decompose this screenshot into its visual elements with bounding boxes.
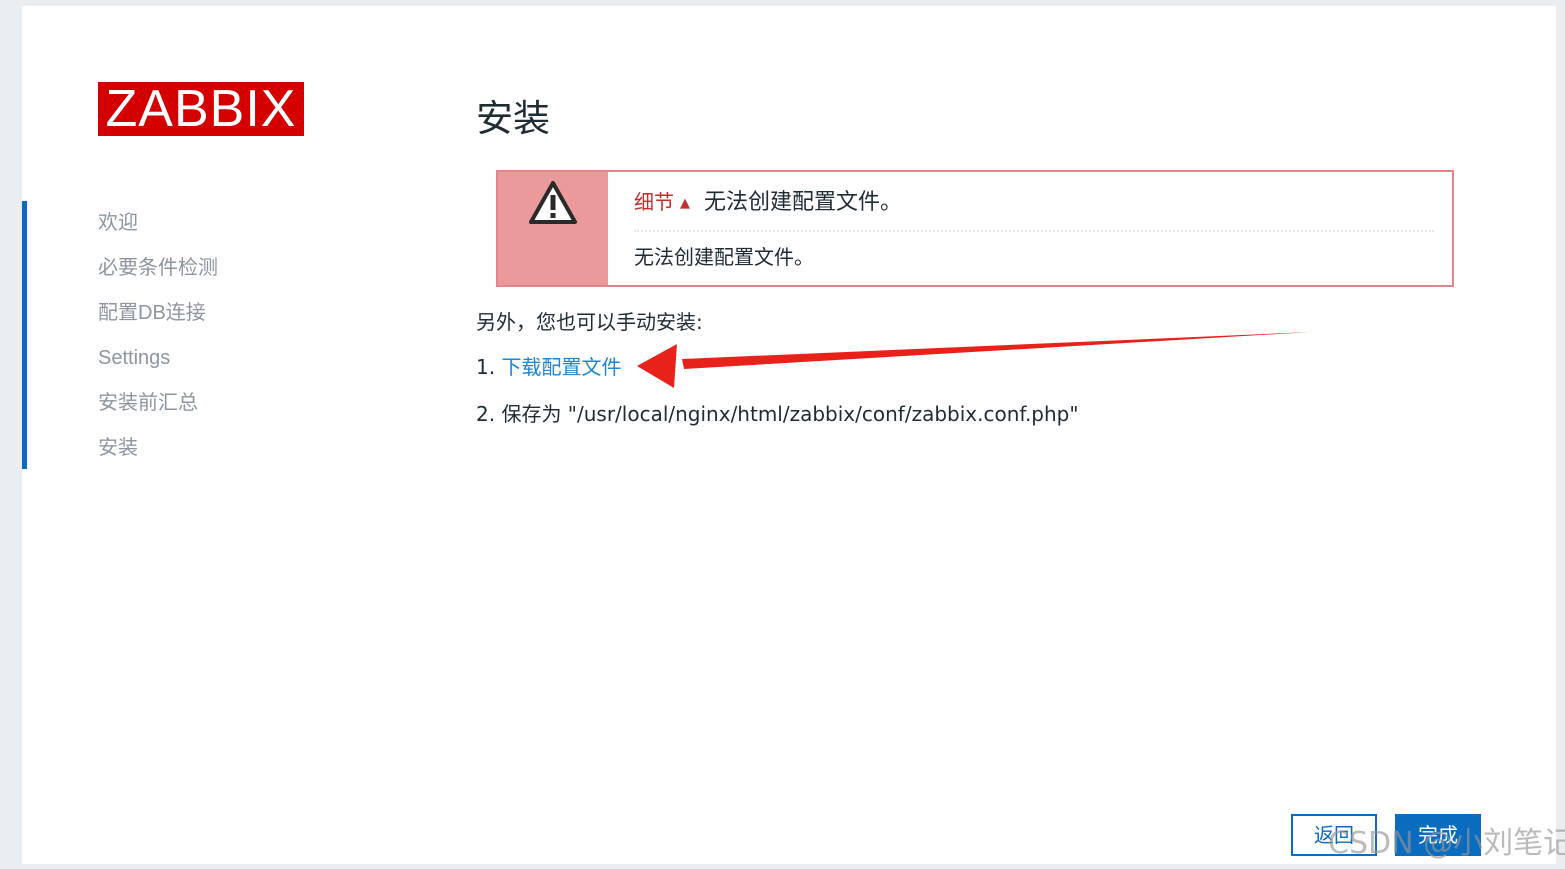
step-settings: Settings bbox=[98, 347, 171, 369]
step-welcome: 欢迎 bbox=[98, 212, 138, 234]
alert-header: 细节 ▲ 无法创建配置文件。 bbox=[634, 188, 902, 216]
step-summary: 安装前汇总 bbox=[98, 392, 198, 414]
red-arrow-annotation bbox=[637, 332, 1312, 388]
setup-panel: ZABBIX 欢迎 必要条件检测 配置DB连接 Settings 安装前汇总 安… bbox=[22, 6, 1556, 864]
watermark: CSDN @小刘笔记 bbox=[1328, 826, 1565, 861]
step1-number: 1. bbox=[476, 355, 496, 379]
download-config-link[interactable]: 下载配置文件 bbox=[501, 355, 621, 379]
step-db-connection: 配置DB连接 bbox=[98, 302, 206, 324]
warning-icon bbox=[529, 181, 577, 224]
zabbix-logo: ZABBIX bbox=[98, 82, 304, 136]
details-toggle[interactable]: 细节 bbox=[634, 190, 674, 214]
step-progress-bar bbox=[22, 201, 27, 469]
alert-divider bbox=[634, 230, 1434, 232]
alert-detail-text: 无法创建配置文件。 bbox=[634, 245, 814, 269]
page-title: 安装 bbox=[476, 97, 550, 140]
step-save-path: 2. 保存为 "/usr/local/nginx/html/zabbix/con… bbox=[476, 402, 1079, 426]
step-prerequisites: 必要条件检测 bbox=[98, 257, 218, 279]
step-download: 1. 下载配置文件 bbox=[476, 351, 621, 380]
error-alert: 细节 ▲ 无法创建配置文件。 无法创建配置文件。 bbox=[496, 170, 1454, 287]
alert-message: 无法创建配置文件。 bbox=[704, 190, 903, 215]
step-install: 安装 bbox=[98, 437, 138, 459]
details-arrow-icon[interactable]: ▲ bbox=[680, 196, 690, 211]
alert-icon-box bbox=[498, 172, 608, 285]
setup-steps-nav: 欢迎 必要条件检测 配置DB连接 Settings 安装前汇总 安装 bbox=[98, 206, 218, 476]
